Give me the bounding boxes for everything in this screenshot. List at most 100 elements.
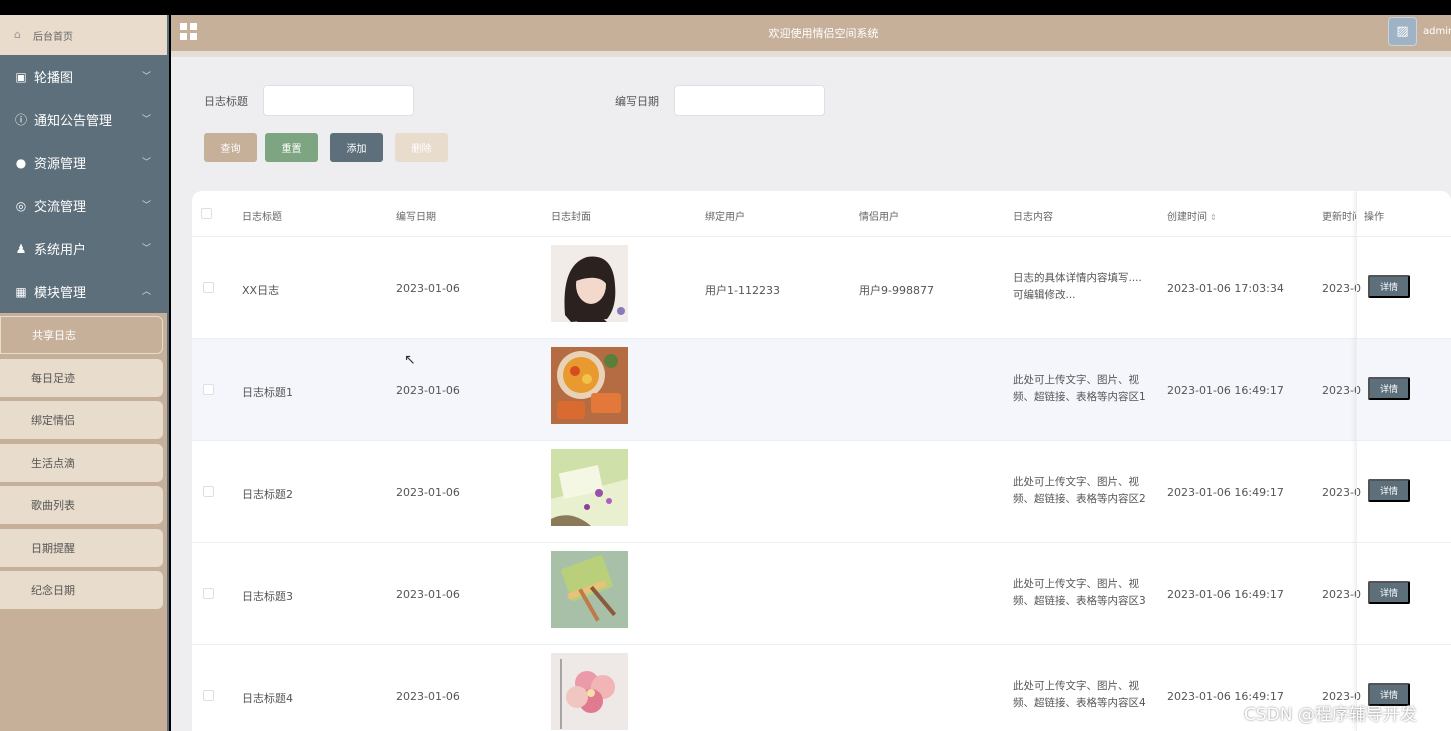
chevron-down-icon: ﹀: [141, 244, 151, 254]
cell-content-line: 此处可上传文字、图片、视: [1013, 578, 1139, 590]
image-icon: ▨: [1396, 24, 1409, 39]
submenu-daily-footprint[interactable]: 每日足迹: [0, 358, 163, 397]
chevron-down-icon: ﹀: [141, 201, 151, 211]
module-submenu: 共享日志 每日足迹 绑定情侣 生活点滴 歌曲列表 日期提醒 纪念日期: [0, 313, 167, 609]
row-checkbox[interactable]: [203, 486, 214, 497]
cell-content: 此处可上传文字、图片、视 频、超链接、表格等内容区1: [1013, 372, 1146, 406]
cell-content-line: 日志的具体详情内容填写....: [1013, 272, 1142, 284]
cell-title: 日志标题2: [242, 488, 293, 501]
column-header-partner-user: 情侣用户: [859, 212, 899, 223]
column-header-date: 编写日期: [396, 212, 436, 223]
cell-created: 2023-01-06 17:03:34: [1167, 282, 1284, 295]
cell-title: 日志标题3: [242, 590, 293, 603]
cell-content-line: 频、超链接、表格等内容区2: [1013, 493, 1146, 505]
sidebar-item-notice[interactable]: ⓘ 通知公告管理 ﹀: [0, 98, 167, 141]
cell-title: 日志标题1: [242, 386, 293, 399]
row-checkbox[interactable]: [203, 690, 214, 701]
cover-image: [551, 449, 628, 526]
cell-content-line: 可编辑修改...: [1013, 289, 1076, 301]
chat-icon: ◎: [15, 198, 27, 213]
column-header-bound-user: 绑定用户: [705, 212, 745, 223]
bulb-icon: ●: [15, 155, 27, 170]
reset-button[interactable]: 重置: [265, 133, 318, 162]
submenu-anniversary[interactable]: 纪念日期: [0, 571, 163, 609]
cover-image: [551, 347, 628, 424]
action-buttons: 查询 重置 添加 删除: [204, 133, 456, 162]
column-header-title: 日志标题: [242, 212, 282, 223]
submenu-date-reminder[interactable]: 日期提醒: [0, 528, 163, 567]
avatar[interactable]: ▨: [1388, 17, 1417, 46]
submenu-bind-couple[interactable]: 绑定情侣: [0, 401, 163, 439]
submenu-song-list[interactable]: 歌曲列表: [0, 486, 163, 524]
cell-content-line: 频、超链接、表格等内容区1: [1013, 391, 1146, 403]
submenu-shared-log[interactable]: 共享日志: [0, 316, 163, 354]
chevron-up-icon: ︿: [141, 287, 151, 297]
detail-button[interactable]: 详情: [1368, 479, 1410, 502]
cell-date: 2023-01-06: [396, 282, 460, 295]
sidebar-item-label: 资源管理: [34, 157, 87, 172]
add-button[interactable]: 添加: [330, 133, 383, 162]
table-row: 日志标题2 2023-01-06 此处可上传文字、图片、视 频、超链接、表格等内…: [192, 441, 1451, 543]
submenu-life-moments[interactable]: 生活点滴: [0, 443, 163, 482]
cell-content-line: 此处可上传文字、图片、视: [1013, 476, 1139, 488]
main-content: 日志标题 编写日期 查询 重置 添加 删除 日志标题 编写日期 日志封面 绑定用…: [171, 57, 1451, 731]
sidebar-item-system-user[interactable]: ♟ 系统用户 ﹀: [0, 227, 167, 270]
sidebar-item-module[interactable]: ▦ 模块管理 ︿: [0, 270, 167, 313]
home-icon: ⌂: [14, 28, 21, 41]
table-header: 日志标题 编写日期 日志封面 绑定用户 情侣用户 日志内容 创建时间⇕ 更新时间…: [192, 191, 1451, 237]
sort-icon[interactable]: ⇕: [1210, 213, 1217, 222]
row-checkbox[interactable]: [203, 384, 214, 395]
cell-updated: 2023-0: [1322, 588, 1361, 601]
sidebar-home[interactable]: ⌂ 后台首页: [0, 15, 167, 55]
chevron-down-icon: ﹀: [141, 72, 151, 82]
date-filter-input[interactable]: [674, 85, 825, 116]
cell-content-line: 此处可上传文字、图片、视: [1013, 680, 1139, 692]
cover-image: [551, 551, 628, 628]
sidebar-item-label: 交流管理: [34, 200, 87, 215]
cell-date: 2023-01-06: [396, 486, 460, 499]
info-icon: ⓘ: [14, 113, 27, 127]
username[interactable]: admin: [1423, 26, 1451, 37]
cell-date: 2023-01-06: [396, 588, 460, 601]
sidebar-item-resource[interactable]: ● 资源管理 ﹀: [0, 141, 167, 184]
cell-date: 2023-01-06: [396, 384, 460, 397]
cell-content: 此处可上传文字、图片、视 频、超链接、表格等内容区4: [1013, 678, 1146, 712]
delete-button[interactable]: 删除: [395, 133, 448, 162]
title-filter-input[interactable]: [263, 85, 414, 116]
cover-image: [551, 653, 628, 730]
chevron-down-icon: ﹀: [141, 115, 151, 125]
select-all-checkbox[interactable]: [201, 208, 212, 219]
sidebar-item-label: 系统用户: [34, 243, 87, 258]
user-icon: ♟: [15, 241, 27, 256]
search-form: 日志标题 编写日期: [171, 85, 1451, 117]
cell-content-line: 频、超链接、表格等内容区3: [1013, 595, 1146, 607]
cell-updated: 2023-0: [1322, 282, 1361, 295]
cell-created: 2023-01-06 16:49:17: [1167, 486, 1284, 499]
sidebar-item-label: 通知公告管理: [34, 114, 113, 129]
query-button[interactable]: 查询: [204, 133, 257, 162]
top-header: 欢迎使用情侣空间系统 ▨ admin: [171, 15, 1451, 51]
cell-title: 日志标题4: [242, 692, 293, 705]
row-checkbox[interactable]: [203, 588, 214, 599]
column-header-updated: 更新时间: [1322, 212, 1356, 223]
sidebar-home-label: 后台首页: [33, 31, 73, 43]
detail-button[interactable]: 详情: [1368, 275, 1410, 298]
cover-image: [551, 245, 628, 322]
table-row: 日志标题3 2023-01-06 此处可上传文字、图片、视 频、超链接、表格等内…: [192, 543, 1451, 645]
cell-updated: 2023-0: [1322, 486, 1361, 499]
column-header-created[interactable]: 创建时间 ⇕: [1167, 208, 1217, 223]
table-row: XX日志 2023-01-06 用户1-112233 用户9-998877 日志…: [192, 237, 1451, 339]
page-title: 欢迎使用情侣空间系统: [768, 27, 879, 40]
grid-icon: ▦: [15, 284, 27, 299]
row-checkbox[interactable]: [203, 282, 214, 293]
column-header-cover: 日志封面: [551, 212, 591, 223]
sidebar-item-exchange[interactable]: ◎ 交流管理 ﹀: [0, 184, 167, 227]
cell-date: 2023-01-06: [396, 690, 460, 703]
detail-button[interactable]: 详情: [1368, 581, 1410, 604]
detail-button[interactable]: 详情: [1368, 377, 1410, 400]
sidebar-item-carousel[interactable]: ▣ 轮播图 ﹀: [0, 55, 167, 98]
title-filter-label: 日志标题: [204, 95, 248, 108]
column-header-actions: 操作: [1364, 212, 1384, 223]
cell-updated: 2023-0: [1322, 384, 1361, 397]
chevron-down-icon: ﹀: [141, 158, 151, 168]
